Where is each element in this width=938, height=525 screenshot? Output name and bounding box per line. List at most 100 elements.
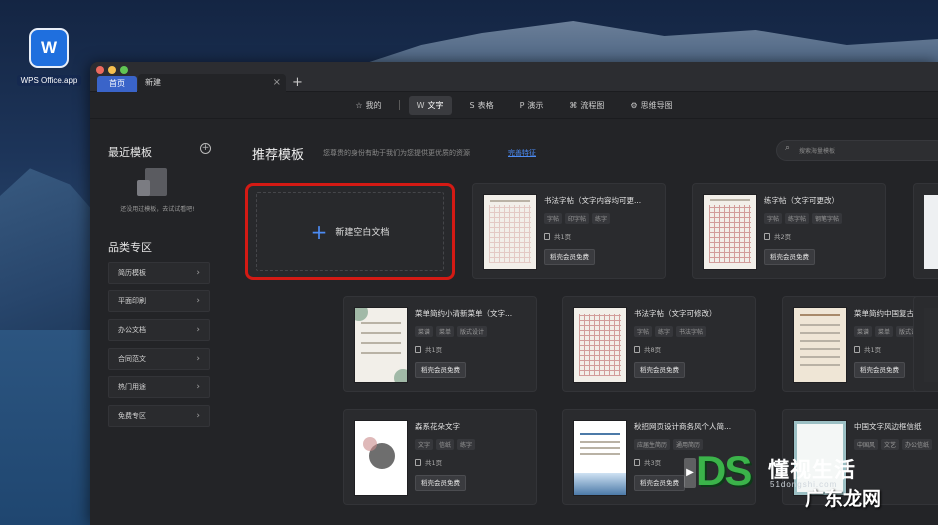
type-label: 我的 (365, 100, 382, 110)
titlebar: 首页 新建 × + (90, 62, 938, 92)
close-window-button[interactable] (96, 66, 104, 74)
vip-free-button[interactable]: 稻壳会员免费 (415, 362, 466, 378)
template-card-partial[interactable] (913, 296, 938, 392)
template-tag[interactable]: 中国风 (854, 439, 879, 450)
template-tag[interactable]: 钢笔字帖 (812, 213, 843, 224)
sidebar-item-resume[interactable]: 简历模板 › (108, 262, 210, 284)
search-input[interactable] (799, 145, 938, 157)
chevron-right-icon: › (196, 296, 200, 306)
template-pages: 共1页 (415, 457, 442, 467)
type-mindmap[interactable]: ⚙ 思维导图 (622, 96, 680, 115)
type-mine[interactable]: ☆ 我的 (347, 96, 389, 115)
vip-free-button[interactable]: 稻壳会员免费 (634, 362, 685, 378)
complete-profile-link[interactable]: 完善特征 (508, 148, 536, 158)
template-thumbnail (924, 308, 938, 382)
search-box[interactable]: ⌕ (776, 140, 938, 161)
document-icon (634, 345, 640, 353)
template-tag[interactable]: 信纸 (436, 439, 455, 450)
template-tag[interactable]: 练字帖 (785, 213, 810, 224)
new-blank-document-button[interactable]: + 新建空白文档 (245, 183, 455, 280)
template-tag[interactable]: 练字 (592, 213, 611, 224)
tab-close-icon[interactable]: × (273, 74, 281, 92)
vip-free-button[interactable]: 稻壳会员免费 (544, 249, 595, 265)
template-tag[interactable]: 字帖 (764, 213, 783, 224)
template-card[interactable]: 书法字帖（文字可修改） 字帖 练字 书法字帖 共8页 稻壳会员免费 (562, 296, 756, 392)
template-tag[interactable]: 字帖 (634, 326, 653, 337)
template-tag[interactable]: 菜谱 (415, 326, 434, 337)
tab-new[interactable]: 新建 × (138, 74, 286, 92)
add-circle-icon[interactable]: + (200, 143, 211, 154)
template-tag[interactable]: 练字 (655, 326, 674, 337)
template-card[interactable]: 菜单简约小清新菜单（文字... 菜谱 菜单 版式设计 共1页 稻壳会员免费 (343, 296, 537, 392)
template-tag[interactable]: 字帖 (544, 213, 563, 224)
template-tag[interactable]: 文艺 (881, 439, 900, 450)
template-thumbnail (794, 421, 846, 495)
template-tag[interactable]: 印字帖 (565, 213, 590, 224)
desktop-sea (0, 330, 100, 525)
template-thumbnail (355, 421, 407, 495)
minimize-window-button[interactable] (108, 66, 116, 74)
tab-home[interactable]: 首页 (97, 76, 137, 92)
type-flowchart[interactable]: ⌘ 流程图 (561, 96, 612, 115)
type-label: 文字 (427, 100, 444, 110)
search-icon: ⌕ (785, 143, 791, 153)
template-title: 菜单简约小清新菜单（文字... (415, 309, 513, 318)
template-card[interactable]: 练字帖（文字可更改） 字帖 练字帖 钢笔字帖 共2页 稻壳会员免费 (692, 183, 886, 279)
type-writer[interactable]: W 文字 (408, 95, 452, 115)
add-tab-button[interactable]: + (292, 74, 303, 92)
chevron-right-icon: › (196, 354, 200, 364)
vip-free-button[interactable]: 稻壳会员免费 (764, 249, 815, 265)
sidebar-item-popular[interactable]: 热门用途 › (108, 376, 210, 398)
page-count: 共2页 (774, 233, 792, 241)
template-tag[interactable]: 通用简历 (673, 439, 704, 450)
sidebar-item-free[interactable]: 免费专区 › (108, 405, 210, 427)
type-label: 表格 (477, 100, 494, 110)
vip-free-button[interactable]: 稻壳会员免费 (854, 362, 905, 378)
type-label: 演示 (527, 100, 544, 110)
template-pages: 共8页 (634, 344, 661, 354)
template-tags: 应届生简历 通用简历 (634, 439, 704, 450)
vip-free-button[interactable]: 稻壳会员免费 (634, 475, 685, 491)
template-card[interactable]: 秋招网页设计商务风个人简... 应届生简历 通用简历 共3页 稻壳会员免费 (562, 409, 756, 505)
page-count: 共1页 (425, 346, 443, 354)
template-thumbnail (484, 195, 536, 269)
empty-illustration (137, 168, 177, 201)
presentation-icon: P (519, 100, 525, 110)
chevron-right-icon: › (196, 325, 200, 335)
template-thumbnail (574, 421, 626, 495)
template-tag[interactable]: 菜单 (875, 326, 894, 337)
template-tag[interactable]: 练字 (457, 439, 476, 450)
template-tags: 文字 信纸 练字 (415, 439, 476, 450)
document-icon (415, 345, 421, 353)
document-icon (415, 458, 421, 466)
desktop-wps-app[interactable]: W WPS Office.app (16, 28, 82, 87)
type-label: 思维导图 (640, 100, 673, 110)
vip-free-button[interactable]: 稻壳会员免费 (415, 475, 466, 491)
template-tag[interactable]: 办公信纸 (902, 439, 933, 450)
template-card[interactable]: 森系花朵文字 文字 信纸 练字 共1页 稻壳会员免费 (343, 409, 537, 505)
recent-templates-title: 最近模板 (108, 146, 152, 159)
template-tags: 字帖 练字 书法字帖 (634, 326, 707, 337)
chevron-right-icon: › (196, 268, 200, 278)
type-sheet[interactable]: S 表格 (462, 96, 502, 115)
sidebar-item-office[interactable]: 办公文档 › (108, 319, 210, 341)
page-subtitle: 您尊贵的身份有助于我们为您提供更优质的资源 (323, 149, 470, 157)
template-tag[interactable]: 文字 (415, 439, 434, 450)
document-icon (854, 345, 860, 353)
template-tag[interactable]: 菜谱 (854, 326, 873, 337)
sidebar-item-print[interactable]: 平面印刷 › (108, 290, 210, 312)
category-title: 品类专区 (108, 241, 152, 254)
template-title: 森系花朵文字 (415, 422, 460, 431)
template-card[interactable]: 书法字帖（文字内容均可更... 字帖 印字帖 练字 共1页 稻壳会员免费 (472, 183, 666, 279)
maximize-window-button[interactable] (120, 66, 128, 74)
document-icon (544, 232, 550, 240)
template-card[interactable]: 中国文字风边框信纸 中国风 文艺 办公信纸 (782, 409, 938, 505)
type-presentation[interactable]: P 演示 (512, 96, 552, 115)
sidebar-item-contract[interactable]: 合同范文 › (108, 348, 210, 370)
template-card-partial[interactable] (913, 183, 938, 279)
template-tag[interactable]: 书法字帖 (676, 326, 707, 337)
empty-recent-text: 还没用过模板，去试试看吧! (120, 206, 195, 213)
template-tag[interactable]: 菜单 (436, 326, 455, 337)
template-tag[interactable]: 版式设计 (457, 326, 488, 337)
template-tag[interactable]: 应届生简历 (634, 439, 671, 450)
